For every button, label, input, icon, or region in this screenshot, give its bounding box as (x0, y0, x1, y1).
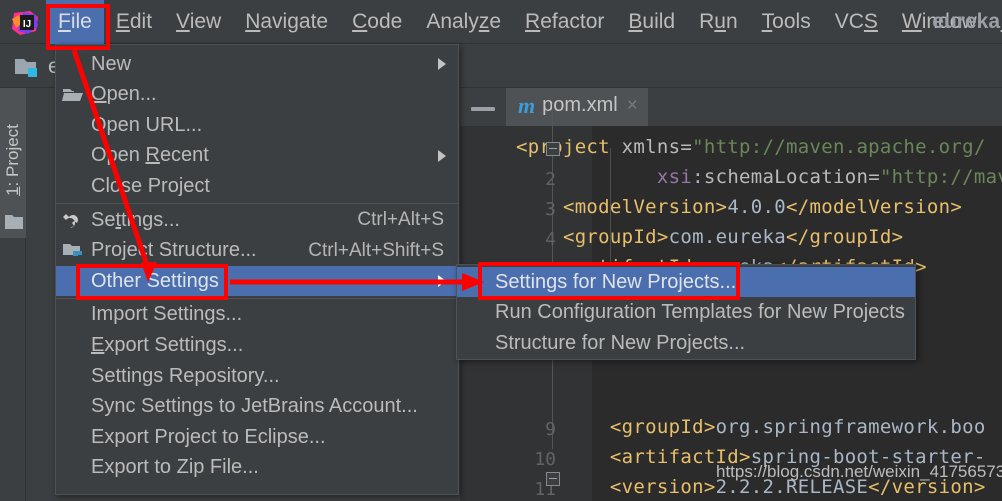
code-token: <groupId> (516, 226, 669, 248)
annotation-box-file (46, 4, 110, 50)
menu-item-export-to-zip-file[interactable]: Export to Zip File... (56, 453, 458, 483)
submenu-item-structure-for-new-projects[interactable]: Structure for New Projects... (457, 328, 915, 358)
menu-item-label: Open URL... (91, 113, 203, 136)
menu-separator (56, 203, 458, 204)
menu-item-label: Settings Repository... (91, 364, 280, 387)
submenu-item-run-configuration-templates-for-new-projects[interactable]: Run Configuration Templates for New Proj… (457, 298, 915, 328)
menu-item-label: Import Settings... (91, 303, 243, 326)
annotation-box-settings-for-new-projects (478, 262, 740, 300)
code-line: <modelVersion>4.0.0</modelVersion> (516, 196, 962, 218)
wrench-icon (62, 210, 84, 230)
menu-item-settings[interactable]: Settings... Ctrl+Alt+S (56, 205, 458, 235)
code-token: </modelVersion> (786, 196, 963, 218)
hide-tool-window-button[interactable] (471, 107, 495, 111)
menu-item-label: Export Settings... (91, 333, 244, 356)
code-line: <groupId>com.eureka</groupId> (516, 226, 903, 248)
menu-item-shortcut: Ctrl+Alt+S (357, 209, 444, 230)
project-name-label: eureka (932, 10, 1000, 33)
svg-text:IJ: IJ (23, 19, 31, 30)
menu-item-import-settings[interactable]: Import Settings... (56, 300, 458, 330)
watermark-text: https://blog.csdn.net/weixin_41756573 (716, 462, 1002, 481)
code-token: "http://mave (879, 166, 1002, 188)
menu-view[interactable]: View (164, 0, 233, 44)
menu-item-open-url[interactable]: Open URL... (56, 110, 458, 140)
submenu-arrow-icon (438, 149, 446, 162)
code-line: <project xmlns="http://maven.apache.org/ (516, 136, 986, 158)
editor-tab-pom-xml[interactable]: m pom.xml × (506, 88, 648, 126)
menu-edit[interactable]: Edit (104, 0, 164, 44)
intellij-logo-icon: IJ (10, 9, 40, 37)
menu-code[interactable]: Code (340, 0, 414, 44)
menu-item-export-settings[interactable]: Export Settings... (56, 330, 458, 360)
menu-item-label: Export to Zip File... (91, 456, 259, 479)
menu-item-label: Open Recent (91, 144, 209, 167)
ide-window: IJ File Edit View Navigate Code Analyze … (0, 0, 1002, 501)
menu-item-close-project[interactable]: Close Project (56, 171, 458, 201)
code-token: xsi (656, 166, 693, 188)
close-icon[interactable]: × (627, 95, 638, 117)
project-structure-icon (62, 241, 84, 261)
menu-item-export-project-to-eclipse[interactable]: Export Project to Eclipse... (56, 422, 458, 452)
submenu-item-label: Structure for New Projects... (495, 331, 746, 354)
menu-item-new[interactable]: New (56, 49, 458, 79)
code-token: schemaLocation= (703, 166, 880, 188)
code-token: <groupId> (516, 416, 716, 438)
code-token: : (692, 166, 704, 188)
menu-build[interactable]: Build (616, 0, 687, 44)
editor-tab-strip: m pom.xml × (506, 88, 1002, 126)
project-folder-icon (14, 56, 44, 78)
code-line: <groupId>org.springframework.boo (516, 416, 986, 438)
left-tool-window-strip: 1: Project (0, 88, 26, 501)
submenu-arrow-icon (438, 58, 446, 70)
code-token: org.springframework.boo (715, 416, 986, 438)
code-token: xmlns= (621, 136, 693, 158)
menu-item-settings-repository[interactable]: Settings Repository... (56, 361, 458, 391)
maven-m-icon: m (518, 92, 536, 118)
menu-item-label: Sync Settings to JetBrains Account... (91, 395, 418, 418)
menu-refactor[interactable]: Refactor (513, 0, 616, 44)
menu-items-container: File Edit View Navigate Code Analyze Ref… (46, 0, 1002, 44)
menu-analyze[interactable]: Analyze (414, 0, 513, 44)
menu-item-sync-settings-to-jetbrains-account[interactable]: Sync Settings to JetBrains Account... (56, 392, 458, 422)
main-menu-bar: IJ File Edit View Navigate Code Analyze … (0, 0, 1002, 44)
menu-item-label: Settings... (91, 208, 180, 231)
menu-item-project-structure[interactable]: Project Structure... Ctrl+Alt+Shift+S (56, 236, 458, 266)
menu-item-open[interactable]: Open... (56, 80, 458, 110)
menu-vcs[interactable]: VCS (823, 0, 890, 44)
menu-item-label: New (91, 52, 132, 75)
menu-item-open-recent[interactable]: Open Recent (56, 141, 458, 171)
submenu-arrow-icon (438, 275, 446, 288)
editor-tab-label: pom.xml (542, 94, 618, 116)
menu-tools[interactable]: Tools (750, 0, 823, 44)
code-line: xsi:schemaLocation="http://mave (516, 166, 1002, 188)
submenu-item-label: Run Configuration Templates for New Proj… (495, 301, 905, 323)
code-token: "http://maven.apache.org/ (692, 136, 986, 158)
code-token: <modelVersion> (516, 196, 728, 218)
menu-navigate[interactable]: Navigate (233, 0, 340, 44)
code-token: com.eureka (668, 226, 786, 248)
menu-run[interactable]: Run (687, 0, 750, 44)
code-token: <project (516, 136, 622, 158)
fold-toggle-icon[interactable] (546, 472, 560, 486)
code-token: </groupId> (786, 226, 904, 248)
menu-item-label: Export Project to Eclipse... (91, 425, 326, 448)
folder-open-icon (62, 85, 84, 105)
module-folder-icon (4, 213, 24, 231)
fold-toggle-icon[interactable] (546, 142, 560, 156)
menu-item-shortcut: Ctrl+Alt+Shift+S (308, 239, 444, 261)
menu-item-label: Close Project (91, 174, 210, 197)
menu-item-label: Project Structure... (91, 239, 257, 262)
menu-item-label: Open... (91, 83, 157, 106)
code-token: 4.0.0 (727, 196, 787, 218)
annotation-box-other-settings (76, 264, 228, 300)
